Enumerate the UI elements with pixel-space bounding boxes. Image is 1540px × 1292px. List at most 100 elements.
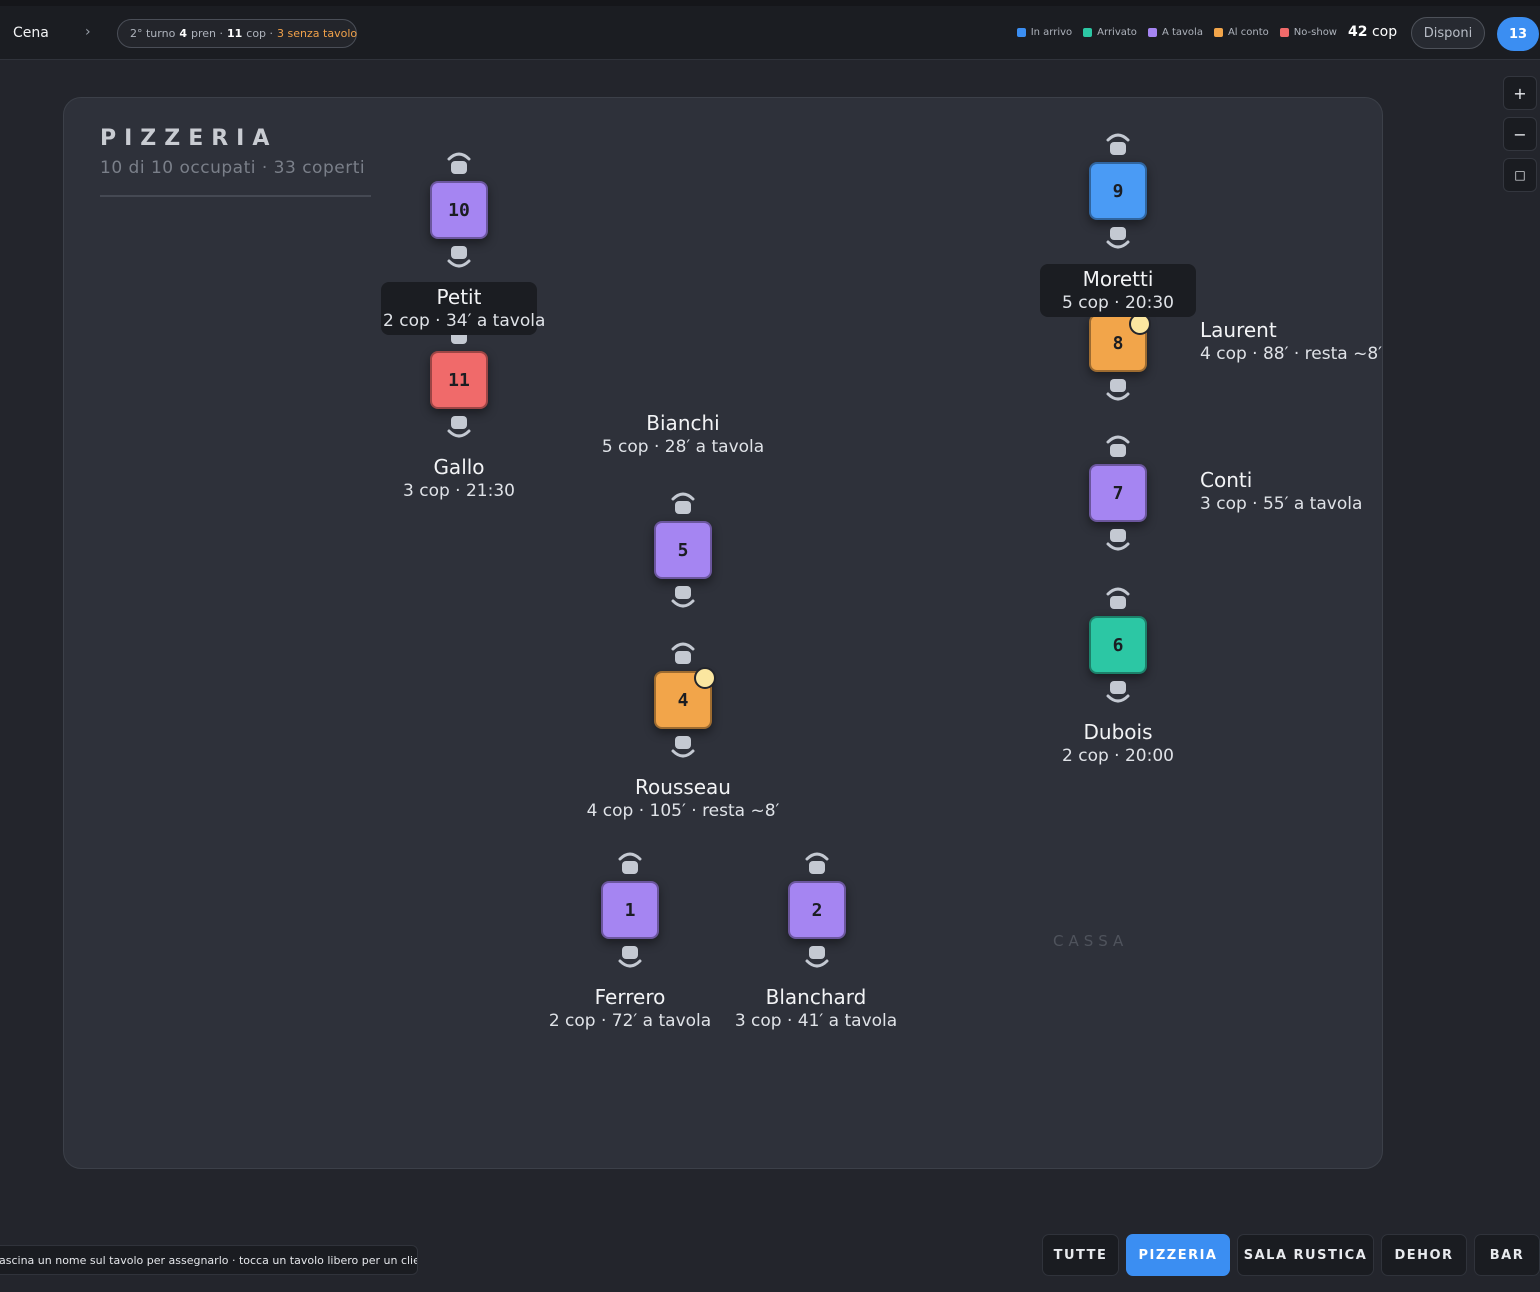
shift-summary-pill[interactable]: 2° turno 4 pren · 11 cop · 3 senza tavol… bbox=[117, 19, 357, 48]
guest-meta: 3 cop · 55′ a tavola bbox=[1200, 494, 1363, 514]
room-occupancy: 10 di 10 occupati · 33 coperti bbox=[100, 158, 366, 178]
table-number: 2 bbox=[788, 881, 846, 939]
guest-label-ferrero[interactable]: Ferrero 2 cop · 72′ a tavola bbox=[540, 985, 720, 1031]
disponi-button[interactable]: Disponi bbox=[1411, 17, 1485, 49]
chair-icon bbox=[617, 850, 643, 876]
table-number: 10 bbox=[430, 181, 488, 239]
total-covers: 42 cop bbox=[1348, 24, 1397, 40]
shift-turn: 2° turno bbox=[130, 27, 176, 40]
legend-item: Al conto bbox=[1213, 27, 1269, 38]
guest-label-gallo[interactable]: Gallo 3 cop · 21:30 bbox=[389, 455, 529, 501]
table-9[interactable]: 9 bbox=[1089, 131, 1147, 251]
total-covers-count: 42 bbox=[1348, 24, 1368, 40]
room-floorplan bbox=[63, 97, 1383, 1169]
legend-swatch bbox=[1016, 28, 1026, 37]
guest-label-rousseau[interactable]: Rousseau 4 cop · 105′ · resta ~8′ bbox=[573, 775, 793, 821]
chair-icon bbox=[670, 584, 696, 610]
guest-name: Conti bbox=[1200, 468, 1253, 492]
tab-bar[interactable]: BAR bbox=[1474, 1234, 1540, 1276]
legend-label: A tavola bbox=[1161, 27, 1203, 38]
table-number: 9 bbox=[1089, 162, 1147, 220]
table-number: 5 bbox=[654, 521, 712, 579]
service-selector[interactable]: Cena bbox=[13, 25, 49, 41]
guest-meta: 3 cop · 41′ a tavola bbox=[734, 1011, 898, 1031]
chair-icon bbox=[670, 734, 696, 760]
shift-reservations-count: 4 bbox=[179, 27, 187, 40]
chair-icon bbox=[804, 850, 830, 876]
table-2[interactable]: 2 bbox=[788, 850, 846, 970]
zoom-out-button[interactable]: − bbox=[1503, 117, 1537, 151]
guest-label-dubois[interactable]: Dubois 2 cop · 20:00 bbox=[1048, 720, 1188, 766]
shift-covers-label: cop · bbox=[246, 27, 274, 40]
table-1[interactable]: 1 bbox=[601, 850, 659, 970]
chair-icon bbox=[670, 640, 696, 666]
chair-icon bbox=[617, 944, 643, 970]
tab-dehor[interactable]: DEHOR bbox=[1381, 1234, 1467, 1276]
chair-icon bbox=[446, 150, 472, 176]
chevron-right-icon[interactable]: › bbox=[85, 24, 91, 40]
bill-flag-icon bbox=[694, 667, 716, 689]
waiting-count-badge[interactable]: 13 bbox=[1497, 17, 1539, 51]
table-number: 7 bbox=[1089, 464, 1147, 522]
table-6[interactable]: 6 bbox=[1089, 585, 1147, 705]
table-10[interactable]: 10 bbox=[430, 150, 488, 270]
guest-name: Petit bbox=[436, 285, 482, 309]
guest-name: Dubois bbox=[1083, 720, 1153, 744]
guest-label-petit[interactable]: Petit 2 cop · 34′ a tavola bbox=[381, 282, 546, 335]
legend-label: Arrivato bbox=[1097, 27, 1137, 38]
legend-swatch bbox=[1083, 28, 1093, 37]
guest-label-conti[interactable]: Conti 3 cop · 55′ a tavola bbox=[1200, 468, 1362, 514]
guest-name: Moretti bbox=[1082, 267, 1154, 291]
legend-label: No-show bbox=[1293, 27, 1337, 38]
table-number: 11 bbox=[430, 351, 488, 409]
guest-meta: 2 cop · 72′ a tavola bbox=[548, 1011, 712, 1031]
table-7[interactable]: 7 bbox=[1089, 433, 1147, 553]
chair-icon bbox=[446, 244, 472, 270]
table-11[interactable]: 11 bbox=[430, 320, 488, 440]
guest-meta: 5 cop · 28′ a tavola bbox=[601, 437, 765, 457]
guest-meta: 2 cop · 34′ a tavola bbox=[383, 311, 546, 331]
guest-label-blanchard[interactable]: Blanchard 3 cop · 41′ a tavola bbox=[726, 985, 906, 1031]
chair-icon bbox=[670, 490, 696, 516]
guest-name: Bianchi bbox=[646, 411, 720, 435]
table-5[interactable]: 5 bbox=[654, 490, 712, 610]
zoom-fit-button[interactable]: □ bbox=[1503, 158, 1537, 192]
tab-pizzeria[interactable]: PIZZERIA bbox=[1126, 1234, 1230, 1276]
chair-icon bbox=[1105, 585, 1131, 611]
legend-item: No-show bbox=[1279, 27, 1337, 38]
table-number: 6 bbox=[1089, 616, 1147, 674]
legend-swatch bbox=[1147, 28, 1157, 37]
shift-covers-count: 11 bbox=[226, 27, 243, 40]
tab-sala-rustica[interactable]: SALA RUSTICA bbox=[1237, 1234, 1374, 1276]
chair-icon bbox=[1105, 527, 1131, 553]
guest-label-moretti[interactable]: Moretti 5 cop · 20:30 bbox=[1040, 264, 1196, 317]
chair-icon bbox=[1105, 131, 1131, 157]
room-title: PIZZERIA bbox=[100, 126, 278, 151]
top-bar: Cena › 2° turno 4 pren · 11 cop · 3 senz… bbox=[0, 0, 1540, 60]
guest-label-laurent[interactable]: Laurent 4 cop · 88′ · resta ~8′ bbox=[1200, 318, 1382, 364]
zoom-in-button[interactable]: + bbox=[1503, 76, 1537, 110]
chair-icon bbox=[1105, 679, 1131, 705]
chair-icon bbox=[804, 944, 830, 970]
legend-item: A tavola bbox=[1147, 27, 1203, 38]
shift-reservations-label: pren · bbox=[190, 27, 223, 40]
guest-meta: 4 cop · 105′ · resta ~8′ bbox=[586, 801, 780, 821]
tab-tutte[interactable]: TUTTE bbox=[1042, 1234, 1119, 1276]
guest-name: Ferrero bbox=[594, 985, 666, 1009]
guest-meta: 5 cop · 20:30 bbox=[1062, 293, 1174, 313]
legend-item: In arrivo bbox=[1016, 27, 1072, 38]
divider bbox=[100, 195, 371, 197]
unseated-warning: 3 senza tavolo bbox=[277, 27, 358, 40]
guest-meta: 3 cop · 21:30 bbox=[403, 481, 515, 501]
table-number: 1 bbox=[601, 881, 659, 939]
status-legend: In arrivo Arrivato A tavola Al conto No-… bbox=[1016, 27, 1337, 38]
guest-name: Blanchard bbox=[765, 985, 867, 1009]
table-4[interactable]: 4 bbox=[654, 640, 712, 760]
chair-icon bbox=[446, 414, 472, 440]
total-covers-label: cop bbox=[1371, 24, 1398, 40]
chair-icon bbox=[1105, 433, 1131, 459]
guest-label-bianchi[interactable]: Bianchi 5 cop · 28′ a tavola bbox=[593, 411, 773, 457]
guest-meta: 2 cop · 20:00 bbox=[1062, 746, 1174, 766]
legend-label: Al conto bbox=[1227, 27, 1269, 38]
guest-name: Rousseau bbox=[635, 775, 731, 799]
